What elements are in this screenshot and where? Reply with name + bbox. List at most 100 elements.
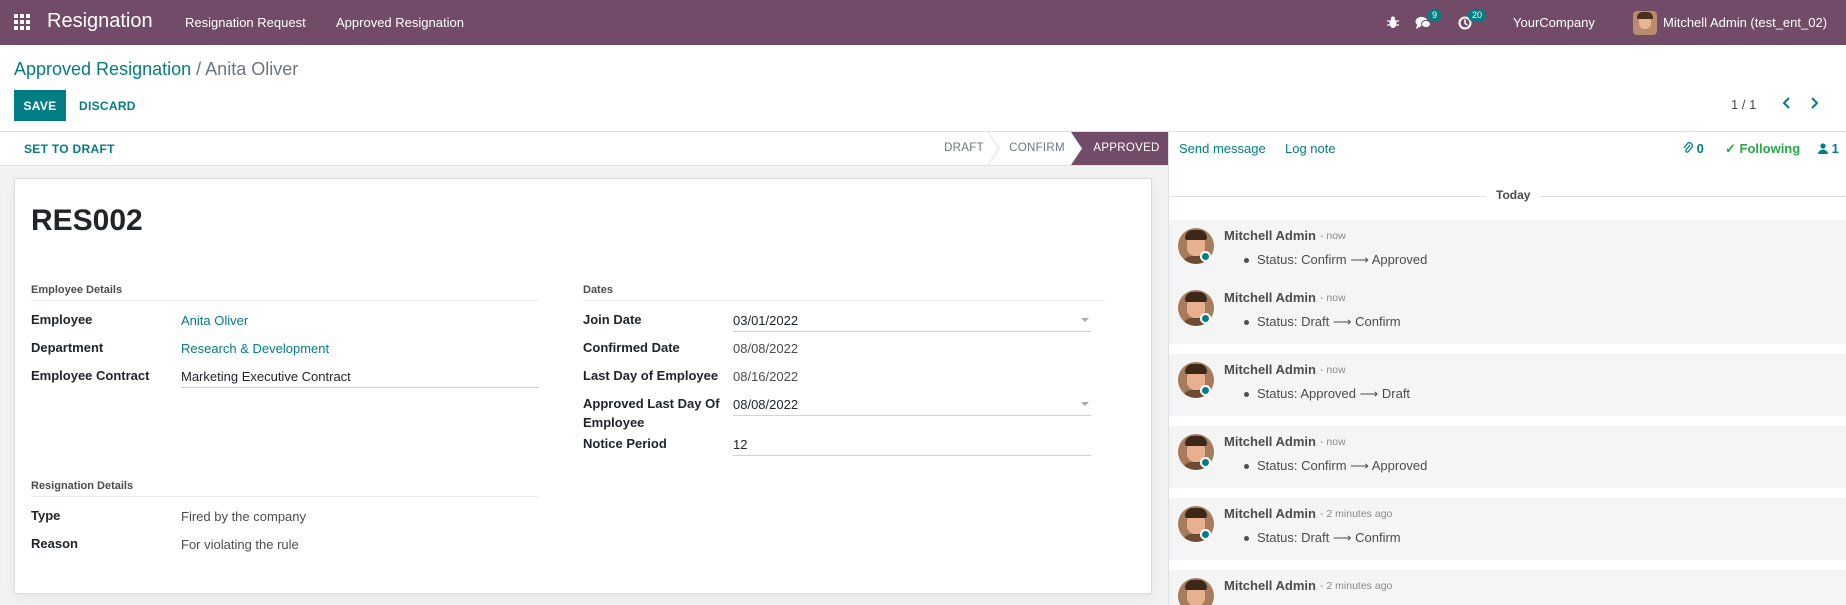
- breadcrumb-current: Anita Oliver: [205, 59, 299, 79]
- message-status-change: Status: Draft ⟶ Confirm: [1244, 530, 1401, 545]
- chatter-message: Mitchell Admin - 2 minutes ago Status: D…: [1169, 498, 1846, 560]
- chatter-message: Mitchell Admin - now Status: Confirm ⟶ A…: [1169, 426, 1846, 488]
- chatter-message: Mitchell Admin - 2 minutes ago: [1169, 570, 1846, 605]
- following-button[interactable]: ✓ Following: [1725, 141, 1800, 157]
- statusbar: SET TO DRAFT DRAFT CONFIRM APPROVED: [0, 132, 1168, 166]
- message-author[interactable]: Mitchell Admin: [1224, 290, 1316, 305]
- stage-separator: [987, 132, 1000, 165]
- approved-last-day-value: 08/08/2022: [733, 397, 799, 412]
- attachments-count: 0: [1696, 141, 1704, 156]
- dropdown-caret-icon: [1081, 318, 1089, 322]
- message-status-change: Status: Draft ⟶ Confirm: [1244, 314, 1401, 329]
- save-button[interactable]: SAVE: [14, 90, 66, 121]
- label-approved-last-day: Approved Last Day Of Employee: [583, 394, 720, 432]
- message-time: - 2 minutes ago: [1320, 508, 1393, 520]
- label-last-day-of-employee: Last Day of Employee: [583, 368, 719, 383]
- set-to-draft-button[interactable]: SET TO DRAFT: [15, 140, 124, 158]
- message-author[interactable]: Mitchell Admin: [1224, 506, 1316, 521]
- apps-menu-icon[interactable]: [14, 14, 30, 30]
- message-author[interactable]: Mitchell Admin: [1224, 434, 1316, 449]
- online-status-icon: [1200, 529, 1211, 540]
- online-status-icon: [1200, 457, 1211, 468]
- stage-confirm[interactable]: CONFIRM: [1000, 132, 1074, 165]
- group-title-employee-details: Employee Details: [31, 284, 539, 301]
- department-link[interactable]: Research & Development: [181, 339, 329, 358]
- stage-separator: [1071, 132, 1085, 165]
- log-note-button[interactable]: Log note: [1285, 141, 1336, 156]
- app-brand[interactable]: Resignation: [47, 10, 153, 33]
- breadcrumb-separator: /: [196, 59, 202, 79]
- message-status-change: Status: Confirm ⟶ Approved: [1243, 252, 1428, 267]
- label-notice-period: Notice Period: [583, 436, 667, 451]
- message-time: - now: [1320, 436, 1346, 448]
- stage-approved[interactable]: APPROVED: [1085, 132, 1168, 165]
- user-avatar: [1633, 10, 1657, 35]
- attachments-button[interactable]: 0: [1683, 141, 1704, 156]
- label-confirmed-date: Confirmed Date: [583, 340, 680, 355]
- approved-last-day-field[interactable]: 08/08/2022: [733, 395, 1091, 416]
- dropdown-caret-icon: [1081, 402, 1089, 406]
- message-time: - now: [1320, 230, 1346, 242]
- breadcrumb-parent[interactable]: Approved Resignation: [14, 59, 191, 79]
- label-employee-contract: Employee Contract: [31, 368, 150, 383]
- form-sheet: RES002 Employee Details Employee Anita O…: [14, 178, 1152, 594]
- chatter-message: Mitchell Admin - now Status: Draft ⟶ Con…: [1169, 282, 1846, 344]
- label-approved-last-day-line2: Employee: [583, 415, 645, 430]
- message-time: - 2 minutes ago: [1320, 580, 1393, 592]
- message-status-change: Status: Approved ⟶ Draft: [1243, 386, 1411, 401]
- reason-value: For violating the rule: [181, 537, 299, 552]
- employee-link[interactable]: Anita Oliver: [181, 311, 248, 330]
- user-menu[interactable]: Mitchell Admin (test_ent_02): [1633, 0, 1827, 45]
- followers-count: 1: [1831, 141, 1839, 156]
- followers-button[interactable]: 1: [1818, 141, 1839, 156]
- breadcrumb: Approved Resignation / Anita Oliver: [14, 59, 298, 80]
- notice-period-field[interactable]: 12: [733, 435, 1091, 456]
- user-name: Mitchell Admin (test_ent_02): [1663, 15, 1828, 30]
- type-value: Fired by the company: [181, 509, 307, 524]
- label-department: Department: [31, 340, 104, 355]
- company-switcher[interactable]: YourCompany: [1513, 0, 1595, 45]
- label-reason: Reason: [31, 536, 78, 551]
- pager-value[interactable]: 1 / 1: [1731, 97, 1756, 112]
- message-author[interactable]: Mitchell Admin: [1224, 228, 1316, 243]
- message-time: - now: [1320, 364, 1346, 376]
- activities-icon[interactable]: [1458, 0, 1472, 45]
- check-icon: ✓: [1725, 141, 1736, 156]
- paperclip-icon: [1683, 142, 1693, 153]
- confirmed-date-value: 08/08/2022: [733, 341, 799, 356]
- online-status-icon: [1200, 313, 1211, 324]
- label-employee: Employee: [31, 312, 93, 327]
- following-label: Following: [1739, 141, 1801, 156]
- message-author[interactable]: Mitchell Admin: [1224, 578, 1316, 593]
- menu-approved-resignation[interactable]: Approved Resignation: [336, 15, 464, 30]
- record-name: RES002: [31, 204, 143, 237]
- user-icon: [1818, 143, 1828, 154]
- activities-count-badge: 20: [1468, 9, 1487, 22]
- chatter-message: Mitchell Admin - now Status: Confirm ⟶ A…: [1169, 220, 1846, 282]
- top-navbar: Resignation Resignation Request Approved…: [0, 0, 1846, 45]
- messages-count-badge: 9: [1428, 9, 1442, 22]
- message-status-change: Status: Confirm ⟶ Approved: [1243, 458, 1428, 473]
- online-status-icon: [1200, 251, 1211, 262]
- pager-next-icon[interactable]: [1806, 96, 1822, 112]
- messages-icon[interactable]: [1415, 0, 1431, 45]
- send-message-button[interactable]: Send message: [1179, 141, 1266, 156]
- employee-contract-field[interactable]: Marketing Executive Contract: [181, 367, 539, 388]
- chatter-topbar: Send message Log note 0 ✓ Following 1: [1169, 132, 1846, 166]
- debug-icon[interactable]: [1387, 0, 1399, 45]
- last-day-of-employee-value: 08/16/2022: [733, 369, 799, 384]
- group-title-resignation-details: Resignation Details: [31, 480, 539, 497]
- label-type: Type: [31, 508, 61, 523]
- message-author[interactable]: Mitchell Admin: [1224, 362, 1316, 377]
- discard-button[interactable]: DISCARD: [70, 90, 145, 121]
- join-date-field[interactable]: 03/01/2022: [733, 311, 1091, 332]
- menu-resignation-request[interactable]: Resignation Request: [185, 15, 306, 30]
- author-avatar[interactable]: [1178, 578, 1214, 605]
- today-label: Today: [1486, 188, 1541, 202]
- label-join-date: Join Date: [583, 312, 642, 327]
- message-time: - now: [1320, 292, 1346, 304]
- pager-previous-icon[interactable]: [1779, 96, 1795, 112]
- label-approved-last-day-line1: Approved Last Day Of: [583, 396, 720, 411]
- group-title-dates: Dates: [583, 284, 1105, 301]
- chatter-message: Mitchell Admin - now Status: Approved ⟶ …: [1169, 354, 1846, 416]
